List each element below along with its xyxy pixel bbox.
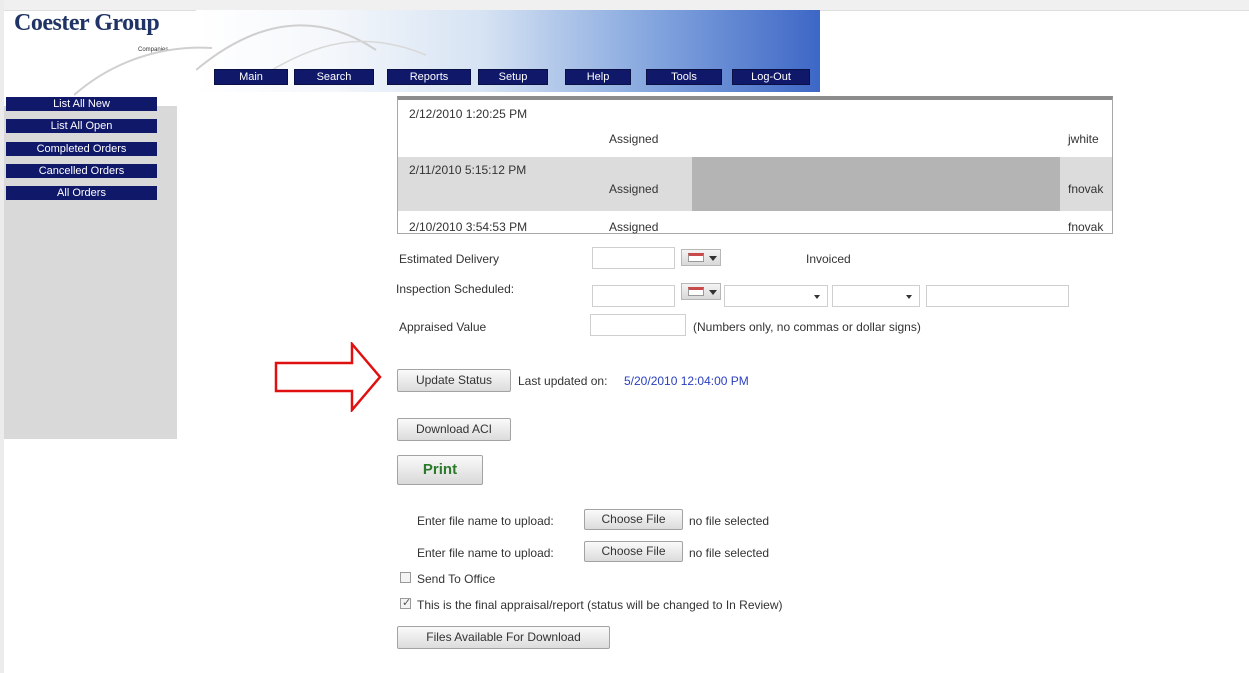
inspection-scheduled-label: Inspection Scheduled: xyxy=(396,282,515,296)
sidebar-item-cancelled-orders[interactable]: Cancelled Orders xyxy=(6,164,157,178)
calendar-icon xyxy=(688,287,704,296)
history-date: 2/12/2010 1:20:25 PM xyxy=(409,107,528,121)
inspection-time-from-select[interactable] xyxy=(724,285,828,307)
nav-tools[interactable]: Tools xyxy=(646,69,722,85)
estimated-delivery-input[interactable] xyxy=(592,247,675,269)
upload-label: Enter file name to upload: xyxy=(417,514,554,528)
upload-status: no file selected xyxy=(689,546,770,560)
update-status-button[interactable]: Update Status xyxy=(397,369,511,392)
red-arrow-icon xyxy=(274,342,382,412)
sidebar-item-all-orders[interactable]: All Orders xyxy=(6,186,157,200)
history-status: Assigned xyxy=(609,182,659,196)
inspection-time-to-select[interactable] xyxy=(832,285,920,307)
table-row: 2/10/2010 3:54:53 PM Assigned fnovak xyxy=(398,212,1112,234)
checkmark-icon: ✓ xyxy=(402,597,412,609)
history-user: fnovak xyxy=(1068,182,1104,196)
calendar-icon xyxy=(688,253,704,262)
nav-setup[interactable]: Setup xyxy=(478,69,548,85)
history-user: fnovak xyxy=(1068,220,1104,234)
table-row: 2/11/2010 5:15:12 PM Assigned fnovak xyxy=(398,157,1112,211)
last-updated-value: 5/20/2010 12:04:00 PM xyxy=(624,374,749,388)
history-status: Assigned xyxy=(609,220,659,234)
estimated-delivery-label: Estimated Delivery xyxy=(399,252,500,266)
history-date: 2/11/2010 5:15:12 PM xyxy=(409,163,527,177)
chevron-down-icon xyxy=(709,256,717,261)
history-status: Assigned xyxy=(609,132,659,146)
choose-file-button[interactable]: Choose File xyxy=(584,509,683,530)
sidebar-item-list-all-open[interactable]: List All Open xyxy=(6,119,157,133)
logo-text: Coester Group xyxy=(14,10,160,36)
nav-help[interactable]: Help xyxy=(565,69,631,85)
nav-search[interactable]: Search xyxy=(294,69,374,85)
chevron-down-icon xyxy=(814,295,820,299)
chevron-down-icon xyxy=(906,295,912,299)
logo-swoosh-icon xyxy=(74,46,213,96)
history-user: jwhite xyxy=(1068,132,1099,146)
send-to-office-label: Send To Office xyxy=(417,572,496,586)
invoiced-label: Invoiced xyxy=(806,252,851,266)
last-updated-label: Last updated on: xyxy=(518,374,608,388)
inspection-date-input[interactable] xyxy=(592,285,675,307)
appraised-value-input[interactable] xyxy=(590,314,686,336)
send-to-office-checkbox[interactable] xyxy=(400,572,411,583)
upload-status: no file selected xyxy=(689,514,770,528)
files-available-button[interactable]: Files Available For Download xyxy=(397,626,610,649)
appraised-value-label: Appraised Value xyxy=(399,320,487,334)
company-logo: Coester Group Companies xyxy=(14,10,213,96)
nav-main[interactable]: Main xyxy=(214,69,288,85)
upload-label: Enter file name to upload: xyxy=(417,546,554,560)
final-report-label: This is the final appraisal/report (stat… xyxy=(417,598,783,612)
row-shade xyxy=(692,157,1060,211)
final-report-checkbox[interactable]: ✓ xyxy=(400,597,412,609)
table-row: 2/12/2010 1:20:25 PM Assigned jwhite xyxy=(398,100,1112,156)
nav-reports[interactable]: Reports xyxy=(387,69,471,85)
appraised-value-hint: (Numbers only, no commas or dollar signs… xyxy=(693,320,921,334)
estimated-delivery-calendar-button[interactable] xyxy=(681,249,721,266)
chevron-down-icon xyxy=(709,290,717,295)
history-date: 2/10/2010 3:54:53 PM xyxy=(409,220,528,234)
download-aci-button[interactable]: Download ACI xyxy=(397,418,511,441)
sidebar-item-list-all-new[interactable]: List All New xyxy=(6,97,157,111)
print-button[interactable]: Print xyxy=(397,455,483,485)
sidebar-item-completed-orders[interactable]: Completed Orders xyxy=(6,142,157,156)
inspection-notes-input[interactable] xyxy=(926,285,1069,307)
inspection-calendar-button[interactable] xyxy=(681,283,721,300)
choose-file-button[interactable]: Choose File xyxy=(584,541,683,562)
status-history-table: 2/12/2010 1:20:25 PM Assigned jwhite 2/1… xyxy=(397,96,1113,234)
nav-logout[interactable]: Log-Out xyxy=(732,69,810,85)
